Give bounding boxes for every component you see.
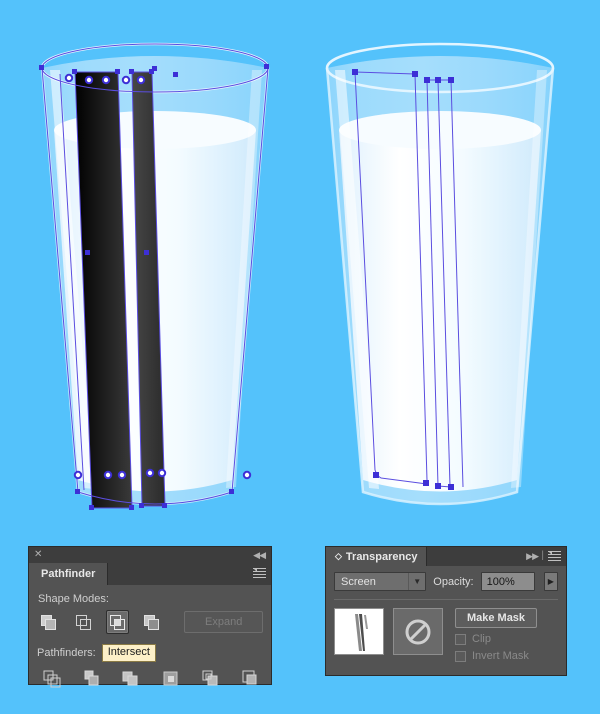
collapse-right-icon[interactable]: ▶▶ [526,551,539,562]
no-mask-thumbnail[interactable] [393,608,443,655]
clip-checkbox-row[interactable]: Clip [455,633,537,645]
make-mask-button[interactable]: Make Mask [455,608,537,628]
pathfinders-row-label: Pathfinders: Intersect [37,643,263,663]
invert-mask-checkbox[interactable] [455,650,466,662]
tab-transparency-label: Transparency [345,550,418,563]
pathfinder-body: Shape Modes: Expand Pathfinders: Interse… [29,585,271,699]
panel-menu-icon[interactable] [548,551,561,562]
shape-modes-row[interactable]: Expand [37,610,263,634]
shape-modes-label: Shape Modes: [38,593,109,605]
panel-menu-triangle-icon [548,551,552,555]
pathfinder-crop-button[interactable] [158,667,184,691]
minus-front-icon [75,614,91,630]
intersect-icon [109,614,125,630]
close-icon[interactable]: ✕ [34,550,42,560]
collapse-left-icon[interactable]: ◀◀ [253,550,266,561]
divide-icon [43,670,61,688]
panel-menu-triangle-icon [253,568,257,572]
chevron-down-icon[interactable]: ▼ [408,573,425,590]
invert-mask-label: Invert Mask [472,650,529,662]
panel-separator: | [541,550,544,561]
pathfinder-trim-button[interactable] [79,667,105,691]
exclude-icon [144,614,160,630]
blend-opacity-row[interactable]: Screen ▼ Opacity: 100% ▶ [334,572,558,591]
pathfinder-tabrow[interactable]: Pathfinder [29,563,271,585]
invert-mask-checkbox-row[interactable]: Invert Mask [455,650,537,662]
opacity-value: 100% [486,575,515,588]
blend-mode-select[interactable]: Screen ▼ [334,572,427,591]
minus-back-icon [242,670,257,685]
panel-divider [334,599,558,600]
menu-line [253,577,266,578]
shape-mode-minus-front-button[interactable] [71,610,94,634]
transparency-body: Screen ▼ Opacity: 100% ▶ Make Mask Clip … [326,566,566,670]
panel-group-diamond-icon: ◇ [335,551,342,561]
pathfinder-divide-button[interactable] [39,667,65,691]
clip-checkbox[interactable] [455,633,466,645]
opacity-input[interactable]: 100% [480,572,535,591]
illustrator-screenshot: ✕ ◀◀ Pathfinder Shape Modes: Expand Path… [0,0,600,714]
blend-mode-value: Screen [341,575,376,588]
pathfinder-panel-header[interactable]: ✕ ◀◀ [29,547,271,563]
panel-menu-icon[interactable] [253,568,266,579]
pathfinders-row[interactable] [37,667,263,691]
mask-controls: Make Mask Clip Invert Mask [455,608,537,662]
pathfinder-outline-button[interactable] [198,667,224,691]
tab-pathfinder[interactable]: Pathfinder [29,563,109,585]
pathfinder-merge-button[interactable] [118,667,144,691]
transparency-tabrow[interactable]: ◇ Transparency ▶▶ | [326,547,566,566]
pathfinder-panel[interactable]: ✕ ◀◀ Pathfinder Shape Modes: Expand Path… [28,546,272,688]
shape-mode-exclude-button[interactable] [140,610,163,634]
trim-icon [84,670,98,686]
mask-row: Make Mask Clip Invert Mask [334,608,558,662]
crop-icon [163,671,178,686]
artwork-thumbnail[interactable] [334,608,384,655]
transparency-panel[interactable]: ◇ Transparency ▶▶ | Screen ▼ Opacity: 10… [325,546,567,676]
menu-line [253,574,266,575]
outline-icon [202,670,218,686]
menu-line [548,557,561,558]
shape-mode-unite-button[interactable] [37,610,60,634]
right-glass-artwork[interactable] [305,0,575,540]
tab-transparency[interactable]: ◇ Transparency [326,547,428,566]
clip-label: Clip [472,633,491,645]
expand-button[interactable]: Expand [184,611,263,633]
merge-icon [122,671,138,686]
no-mask-icon [405,619,431,644]
opacity-stepper-icon[interactable]: ▶ [543,572,558,591]
unite-icon [41,614,57,630]
artboard-canvas[interactable] [0,0,600,540]
artwork-thumbnail-preview [335,609,383,654]
shape-mode-intersect-button[interactable] [105,610,130,634]
pathfinders-label: Pathfinders: [37,647,96,659]
menu-line [548,560,561,561]
opacity-label: Opacity: [433,575,474,588]
intersect-tooltip: Intersect [101,643,156,663]
left-glass-artwork[interactable] [20,0,290,540]
pathfinder-minus-back-button[interactable] [237,667,263,691]
